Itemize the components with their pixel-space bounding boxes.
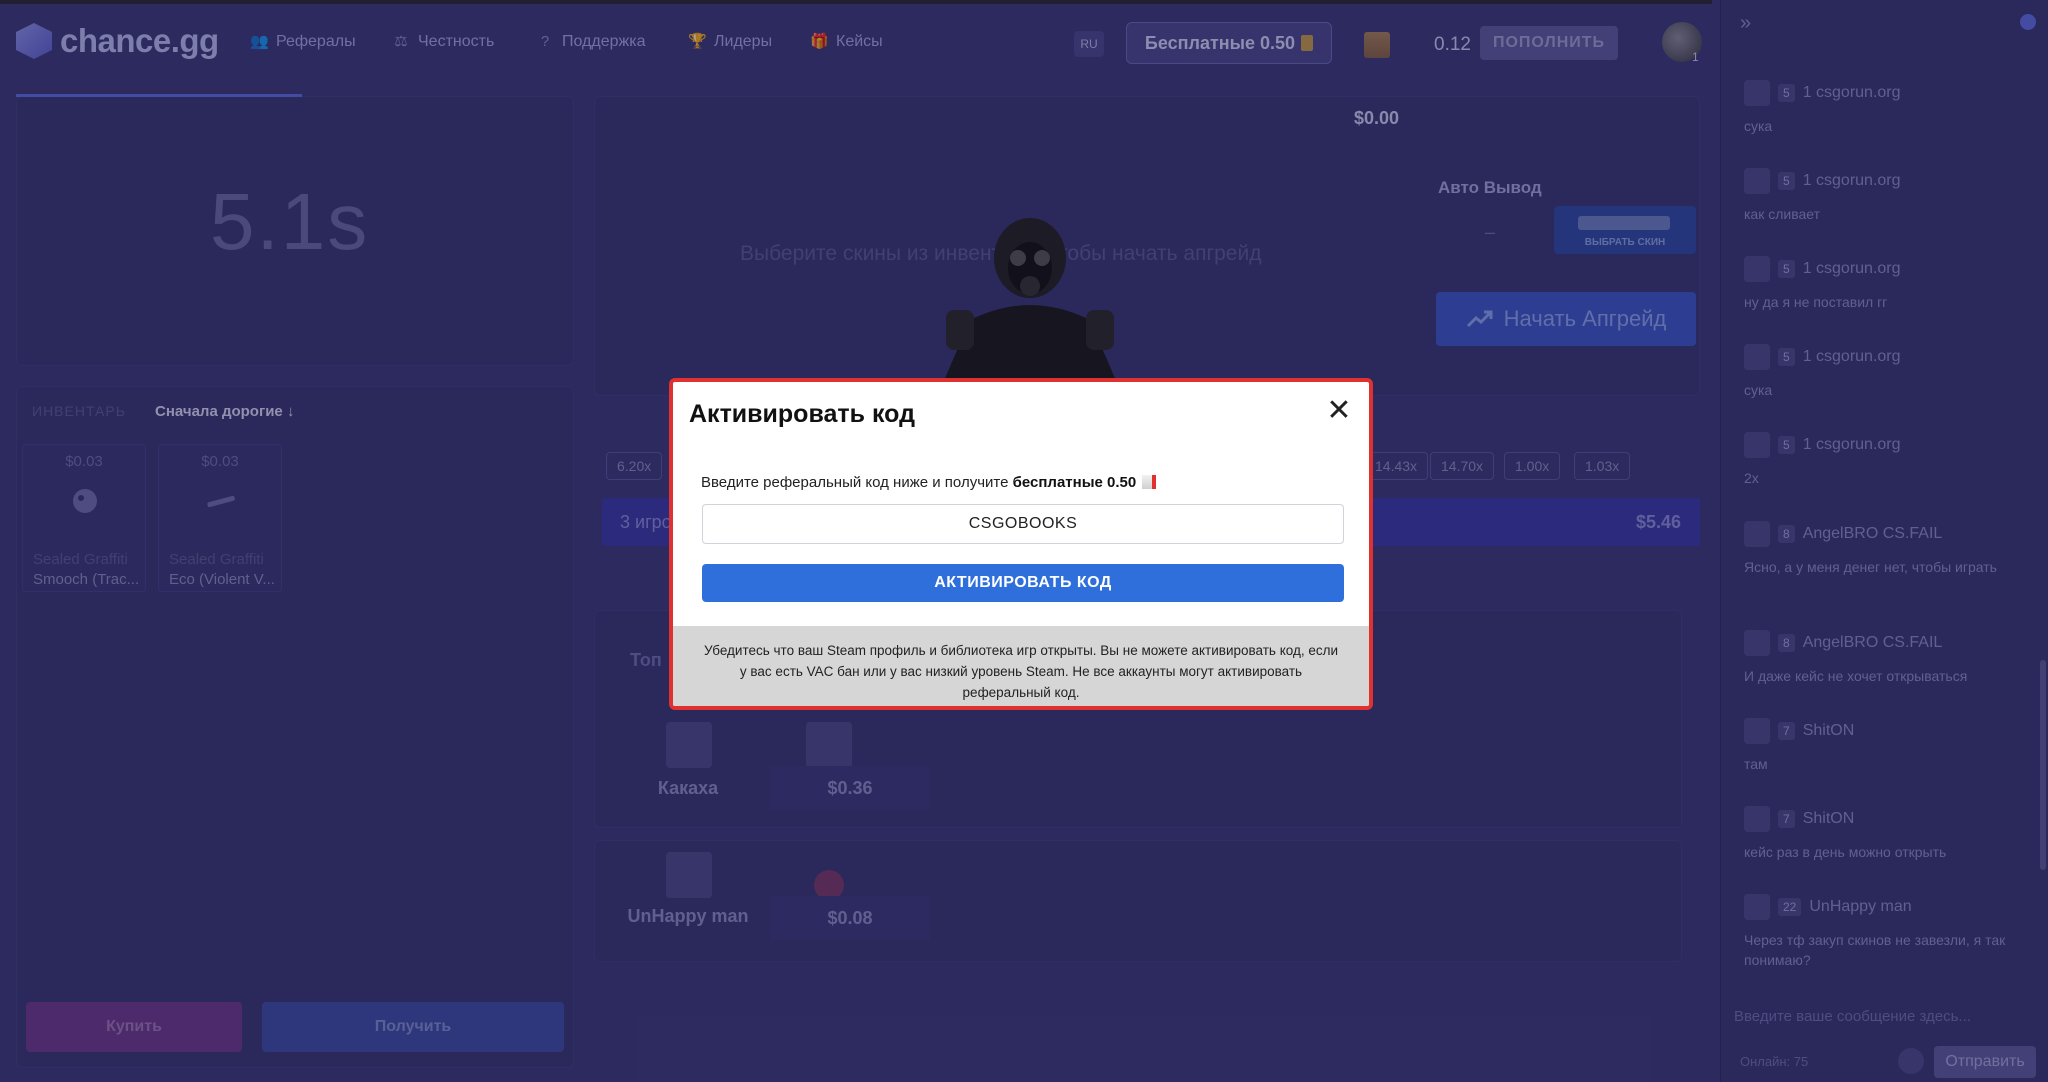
coin-icon bbox=[1142, 475, 1157, 489]
modal-title: Активировать код bbox=[689, 400, 915, 428]
referral-code-input[interactable]: CSGOBOOKS bbox=[702, 504, 1344, 544]
activate-code-modal: Активировать код ✕ Введите реферальный к… bbox=[669, 378, 1373, 710]
description-bold: бесплатные 0.50 bbox=[1012, 474, 1137, 491]
close-icon[interactable]: ✕ bbox=[1325, 396, 1353, 426]
modal-description: Введите реферальный код ниже и получите … bbox=[701, 474, 1157, 491]
description-text: Введите реферальный код ниже и получите bbox=[701, 474, 1013, 491]
modal-footer-note: Убедитесь что ваш Steam профиль и библио… bbox=[673, 626, 1369, 706]
activate-code-button[interactable]: АКТИВИРОВАТЬ КОД bbox=[702, 564, 1344, 602]
